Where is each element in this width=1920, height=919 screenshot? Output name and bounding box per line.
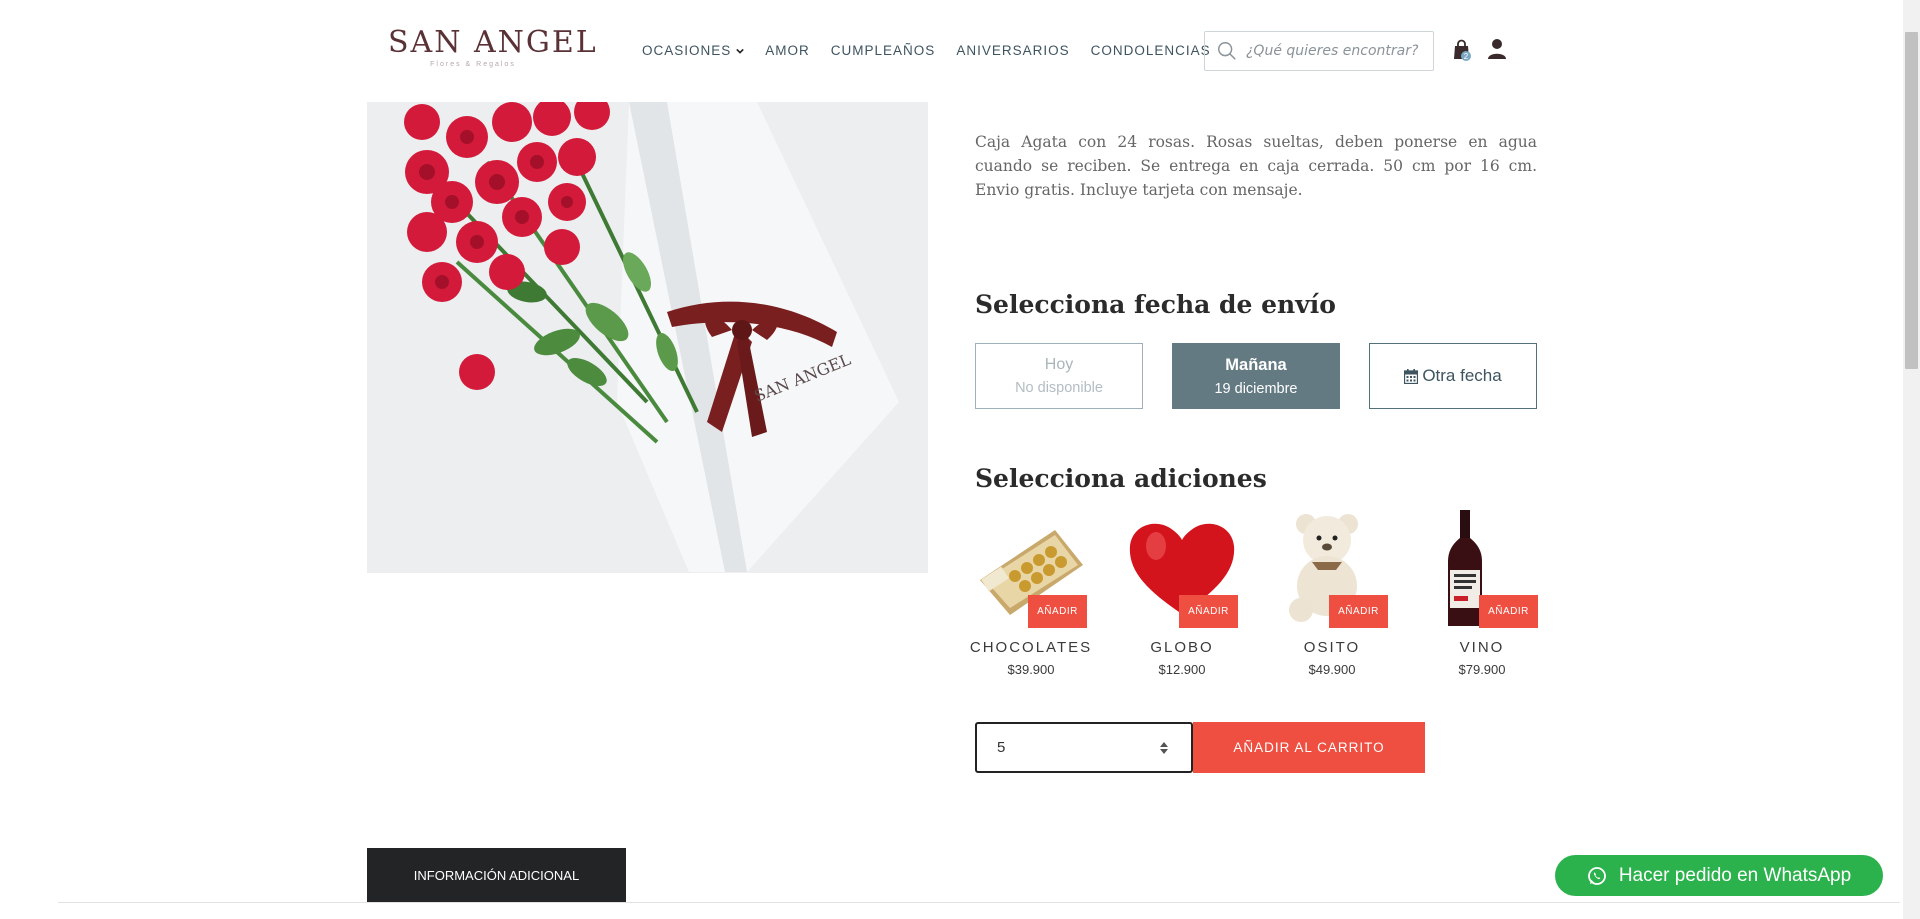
addon-item-osito: AÑADIR OSITO $49.900: [1276, 510, 1388, 680]
addon-item-chocolates: AÑADIR CHOCOLATES $39.900: [970, 510, 1090, 680]
add-vino-button[interactable]: AÑADIR: [1479, 595, 1538, 628]
shopping-bag-icon[interactable]: 2: [1451, 38, 1473, 62]
add-to-cart-button[interactable]: AÑADIR AL CARRITO: [1193, 722, 1425, 773]
addon-name: GLOBO: [1150, 639, 1214, 656]
site-logo[interactable]: SAN ANGEL Flores & Regalos: [388, 25, 598, 74]
date-option-today[interactable]: Hoy No disponible: [975, 343, 1143, 409]
divider: [58, 902, 1900, 903]
nav-label: AMOR: [765, 43, 810, 58]
date-option-other[interactable]: Otra fecha: [1369, 343, 1537, 409]
whatsapp-order-button[interactable]: Hacer pedido en WhatsApp: [1555, 855, 1883, 896]
page-scrollbar[interactable]: [1903, 0, 1920, 919]
addon-item-vino: AÑADIR VINO $79.900: [1426, 510, 1538, 680]
addon-name: CHOCOLATES: [969, 639, 1093, 656]
tab-informacion-adicional[interactable]: INFORMACIÓN ADICIONAL: [367, 848, 626, 903]
search-icon[interactable]: [1216, 40, 1238, 62]
product-photo: SAN ANGEL: [367, 102, 928, 573]
whatsapp-label: Hacer pedido en WhatsApp: [1618, 864, 1852, 886]
logo-subtitle: Flores & Regalos: [430, 61, 516, 68]
add-globo-button[interactable]: AÑADIR: [1179, 595, 1238, 628]
addon-item-globo: AÑADIR GLOBO $12.900: [1126, 510, 1238, 680]
quantity-input[interactable]: [997, 739, 1147, 756]
search-box: [1204, 31, 1434, 71]
nav-item-ocasiones[interactable]: OCASIONES: [642, 43, 745, 58]
user-icon[interactable]: [1486, 38, 1508, 60]
whatsapp-icon: [1587, 866, 1606, 885]
nav-item-aniversarios[interactable]: ANIVERSARIOS: [956, 43, 1069, 58]
main-nav: OCASIONES AMOR CUMPLEAÑOS ANIVERSARIOS C…: [642, 43, 1232, 58]
nav-label: CUMPLEAÑOS: [830, 43, 936, 58]
addon-price: $79.900: [1458, 662, 1506, 677]
delivery-date-title: Selecciona fecha de envío: [975, 290, 1336, 319]
date-option-sub: 19 diciembre: [1214, 380, 1298, 397]
addon-name: OSITO: [1303, 639, 1361, 656]
nav-label: ANIVERSARIOS: [956, 43, 1070, 58]
scrollbar-thumb[interactable]: [1905, 32, 1918, 369]
calendar-icon: [1404, 368, 1419, 384]
nav-item-condolencias[interactable]: CONDOLENCIAS: [1091, 43, 1211, 58]
addons-title: Selecciona adiciones: [975, 464, 1267, 493]
quantity-stepper: [975, 722, 1193, 773]
date-option-label: Hoy: [1044, 356, 1074, 373]
cart-count: 2: [1464, 52, 1469, 61]
date-option-label: Otra fecha: [1422, 366, 1502, 385]
date-option-sub: No disponible: [1015, 380, 1103, 396]
addon-price: $49.900: [1308, 662, 1356, 677]
chevron-down-icon: [736, 48, 745, 54]
product-image: SAN ANGEL: [367, 102, 928, 573]
date-option-label: Mañana: [1225, 355, 1287, 374]
nav-label: OCASIONES: [642, 43, 732, 58]
addon-name: VINO: [1459, 639, 1505, 656]
site-header: SAN ANGEL Flores & Regalos OCASIONES AMO…: [0, 0, 1900, 100]
spinner-arrows-icon[interactable]: [1159, 740, 1169, 756]
nav-label: CONDOLENCIAS: [1090, 43, 1211, 58]
date-option-tomorrow[interactable]: Mañana 19 diciembre: [1172, 343, 1340, 409]
product-description: Caja Agata con 24 rosas. Rosas sueltas, …: [975, 133, 1537, 199]
nav-item-cumpleanos[interactable]: CUMPLEAÑOS: [831, 43, 936, 58]
add-chocolates-button[interactable]: AÑADIR: [1028, 595, 1087, 628]
addon-price: $12.900: [1158, 662, 1206, 677]
addon-price: $39.900: [1007, 662, 1055, 677]
add-osito-button[interactable]: AÑADIR: [1329, 595, 1388, 628]
logo-text: SAN ANGEL: [388, 25, 598, 60]
search-input[interactable]: [1246, 43, 1426, 59]
nav-item-amor[interactable]: AMOR: [765, 43, 810, 58]
